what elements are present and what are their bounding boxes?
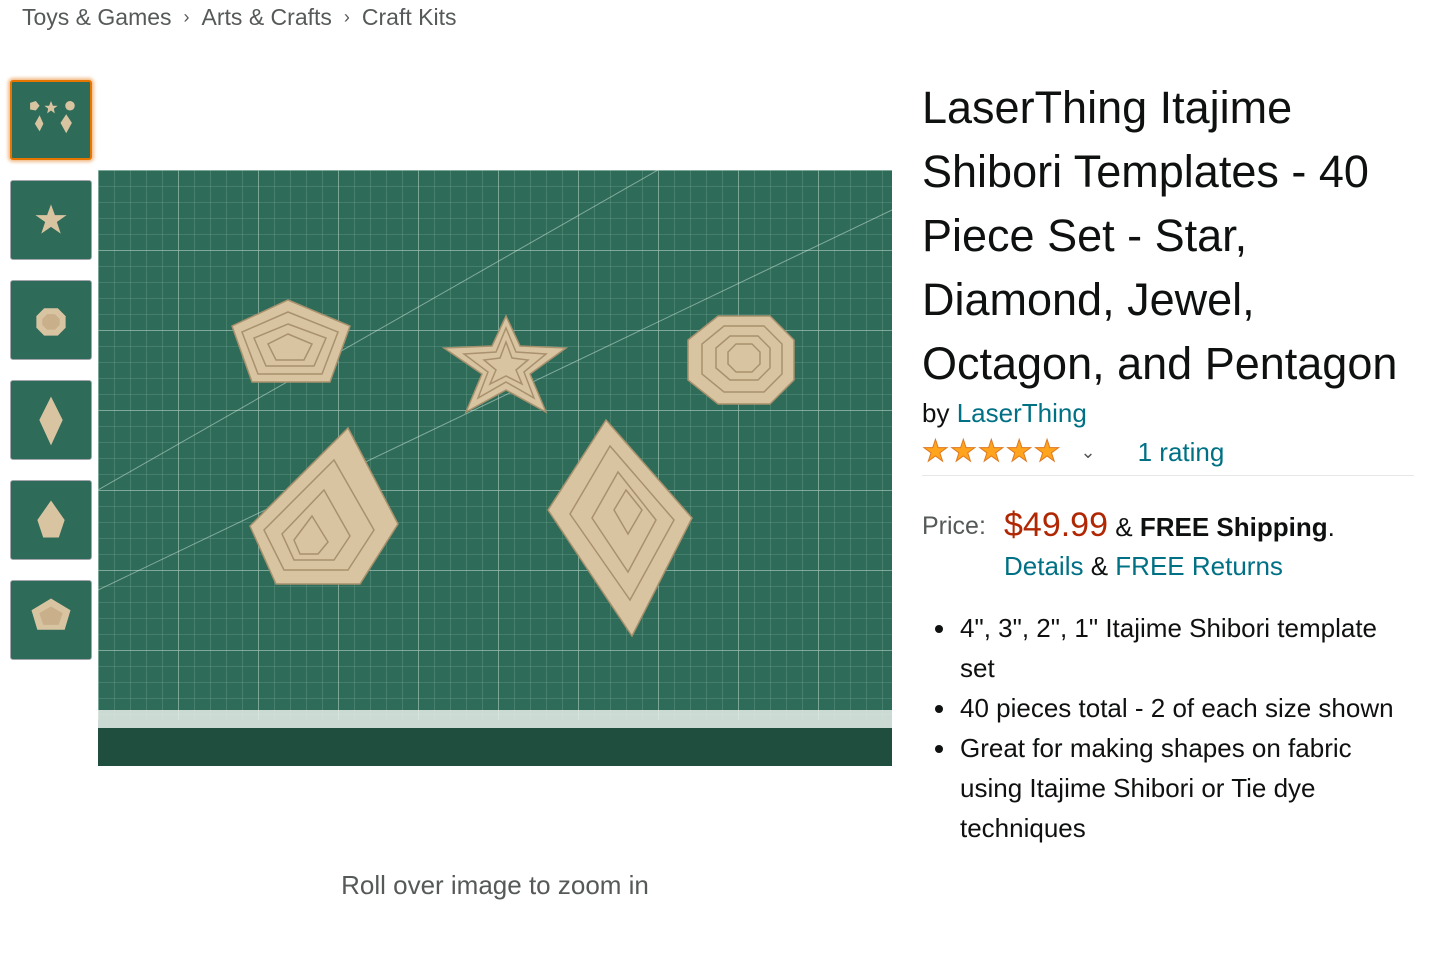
star-icon: ★: [922, 435, 950, 468]
thumbnail-four-shapes-image: [13, 82, 89, 158]
thumbnail-star-image: [12, 181, 90, 259]
byline-prefix: by: [922, 398, 950, 428]
divider: [922, 475, 1414, 476]
star-rating[interactable]: ★ ★ ★ ★ ★: [922, 435, 1062, 468]
main-product-image[interactable]: [98, 170, 892, 766]
ampersand: &: [1115, 512, 1133, 542]
product-photo: [98, 170, 892, 766]
ampersand: &: [1090, 551, 1109, 581]
thumbnail-pentagon-image: [12, 581, 90, 659]
product-title: LaserThing Itajime Shibori Templates - 4…: [922, 82, 1398, 389]
thumbnail-octagon[interactable]: [10, 280, 92, 360]
thumbnail-jewel-image: [12, 481, 90, 559]
thumbnail-jewel[interactable]: [10, 480, 92, 560]
thumbnail-diamond-image: [12, 381, 90, 459]
price-block: $49.99 & FREE Shipping. Details & FREE R…: [1004, 506, 1335, 582]
thumbnail-octagon-image: [12, 281, 90, 359]
details-link[interactable]: Details: [1004, 551, 1083, 581]
product-info: LaserThing Itajime Shibori Templates - 4…: [922, 76, 1414, 848]
zoom-hint: Roll over image to zoom in: [341, 870, 649, 900]
feature-bullets: 4", 3", 2", 1" Itajime Shibori template …: [922, 608, 1414, 848]
feature-bullet: Great for making shapes on fabric using …: [958, 728, 1414, 848]
breadcrumb-separator-icon: ›: [183, 7, 190, 27]
price-row: Price: $49.99 & FREE Shipping. Details &…: [922, 506, 1414, 582]
feature-bullet: 4", 3", 2", 1" Itajime Shibori template …: [958, 608, 1414, 688]
star-icon: ★: [977, 435, 1005, 468]
star-icon: ★: [1005, 435, 1033, 468]
star-icon: ★: [949, 435, 977, 468]
chevron-down-icon[interactable]: ⌄: [1081, 442, 1096, 463]
price-label: Price:: [922, 512, 986, 540]
price-value: $49.99: [1004, 506, 1108, 544]
breadcrumb: Toys & Games › Arts & Crafts › Craft Kit…: [22, 4, 456, 31]
free-shipping-text: FREE Shipping: [1139, 512, 1328, 542]
period: .: [1327, 512, 1335, 542]
octagon-template: [687, 315, 795, 405]
rating-row: ★ ★ ★ ★ ★ ⌄ 1 rating: [922, 435, 1414, 469]
brand-link[interactable]: LaserThing: [957, 398, 1087, 428]
rating-count-link[interactable]: 1 rating: [1138, 437, 1225, 468]
breadcrumb-toys-games[interactable]: Toys & Games: [22, 4, 172, 31]
star-icon: ★: [1033, 435, 1061, 468]
free-returns-link[interactable]: FREE Returns: [1115, 551, 1283, 581]
feature-bullet: 40 pieces total - 2 of each size shown: [958, 688, 1414, 728]
breadcrumb-separator-icon: ›: [343, 7, 350, 27]
breadcrumb-arts-crafts[interactable]: Arts & Crafts: [202, 4, 332, 31]
byline: by LaserThing: [922, 398, 1414, 429]
breadcrumb-craft-kits[interactable]: Craft Kits: [362, 4, 457, 31]
thumbnail-diamond[interactable]: [10, 380, 92, 460]
thumbnail-star[interactable]: [10, 180, 92, 260]
thumbnail-four-shapes[interactable]: [10, 80, 92, 160]
thumbnail-pentagon[interactable]: [10, 580, 92, 660]
